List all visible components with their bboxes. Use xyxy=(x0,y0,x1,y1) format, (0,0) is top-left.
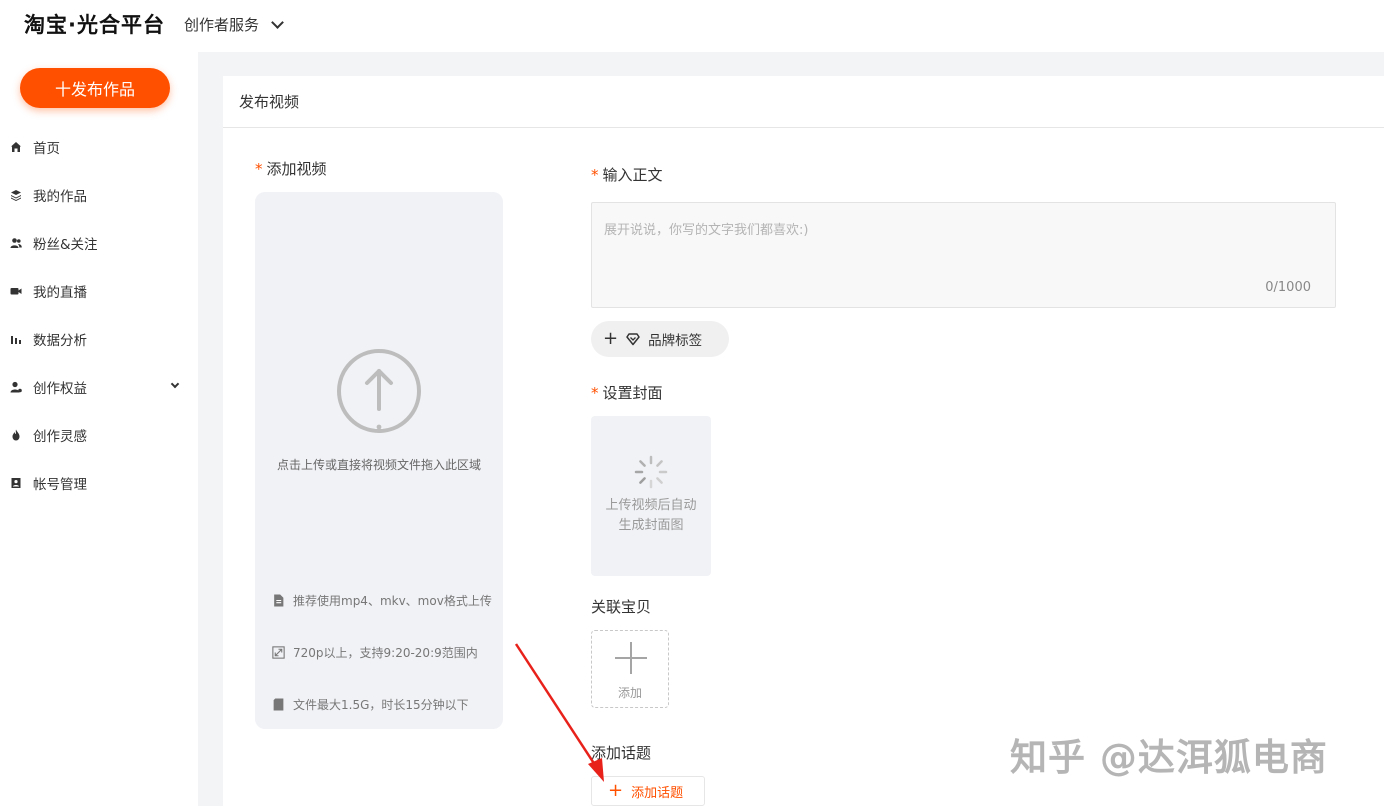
sidebar-item-works[interactable]: 我的作品 xyxy=(0,171,198,219)
main-area: 发布视频 * 添加视频 点击上传或直接将视频文件拖入此区域 推荐使用mp4、mkv… xyxy=(198,52,1384,806)
video-icon xyxy=(9,285,22,298)
spec-format: 推荐使用mp4、mkv、mov格式上传 xyxy=(272,592,492,609)
user-badge-icon xyxy=(9,381,22,394)
body-text-label: * 输入正文 xyxy=(591,166,663,184)
sidebar-nav: 首页 我的作品 粉丝&关注 我的直播 数据分析 创作权益 创作灵感 帐号管理 xyxy=(0,123,198,507)
plus-icon: + xyxy=(608,780,624,801)
body-placeholder: 展开说说，你写的文字我们都喜欢:) xyxy=(604,223,809,238)
id-card-icon xyxy=(9,477,22,490)
bar-chart-icon xyxy=(9,333,22,346)
service-switcher[interactable]: 创作者服务 xyxy=(184,14,284,35)
cover-hint: 上传视频后自动 生成封面图 xyxy=(605,498,697,533)
sidebar-item-label: 创作权益 xyxy=(33,381,87,397)
sidebar-item-label: 首页 xyxy=(33,141,60,157)
layers-icon xyxy=(9,189,22,202)
page-title: 发布视频 xyxy=(223,76,1384,128)
sidebar-item-fans[interactable]: 粉丝&关注 xyxy=(0,219,198,267)
sidebar-item-label: 数据分析 xyxy=(33,333,87,349)
sidebar-item-account[interactable]: 帐号管理 xyxy=(0,459,198,507)
service-label: 创作者服务 xyxy=(184,16,260,34)
watermark: 知乎 @达洱狐电商 xyxy=(1010,736,1328,779)
sidebar-item-benefits[interactable]: 创作权益 xyxy=(0,363,198,411)
loading-spinner-icon xyxy=(634,455,668,489)
spec-size: 文件最大1.5G，时长15分钟以下 xyxy=(272,696,469,713)
add-product-label: 添加 xyxy=(617,686,642,700)
brand-tag-label: 品牌标签 xyxy=(648,333,703,349)
chevron-down-icon xyxy=(271,15,284,29)
flame-icon xyxy=(9,429,22,442)
required-mark: * xyxy=(591,166,599,184)
spec-resolution: 720p以上，支持9:20-20:9范围内 xyxy=(272,644,478,661)
sidebar-item-label: 我的直播 xyxy=(33,285,87,301)
upload-icon xyxy=(337,349,421,433)
sidebar: 十发布作品 首页 我的作品 粉丝&关注 我的直播 数据分析 创作权益 创作灵感 … xyxy=(0,50,198,806)
brand-tag-icon xyxy=(626,333,640,346)
character-count: 0/1000 xyxy=(1265,280,1311,295)
publish-work-button[interactable]: 十发布作品 xyxy=(20,68,170,108)
required-mark: * xyxy=(255,160,263,178)
cover-placeholder[interactable]: 上传视频后自动 生成封面图 xyxy=(591,416,711,576)
publish-video-card: 发布视频 * 添加视频 点击上传或直接将视频文件拖入此区域 推荐使用mp4、mkv… xyxy=(223,76,1384,806)
plus-icon: + xyxy=(603,328,619,349)
users-icon xyxy=(9,237,22,250)
brand-tag-button[interactable]: + 品牌标签 xyxy=(591,321,729,357)
top-bar: 淘宝·光合平台 创作者服务 xyxy=(0,0,1384,50)
body-textarea[interactable]: 展开说说，你写的文字我们都喜欢:) 0/1000 xyxy=(591,202,1336,308)
sidebar-item-inspiration[interactable]: 创作灵感 xyxy=(0,411,198,459)
cover-label: * 设置封面 xyxy=(591,384,663,402)
home-icon xyxy=(9,141,22,154)
sd-card-icon xyxy=(273,698,284,711)
sidebar-item-label: 粉丝&关注 xyxy=(33,237,98,253)
related-products-label: 关联宝贝 xyxy=(591,598,652,616)
topics-label: 添加话题 xyxy=(591,744,652,762)
required-mark: * xyxy=(591,384,599,402)
sidebar-item-label: 创作灵感 xyxy=(33,429,87,445)
upload-hint: 点击上传或直接将视频文件拖入此区域 xyxy=(276,458,481,472)
add-video-label: * 添加视频 xyxy=(255,160,327,178)
sidebar-item-analytics[interactable]: 数据分析 xyxy=(0,315,198,363)
sidebar-item-home[interactable]: 首页 xyxy=(0,123,198,171)
add-topic-label: 添加话题 xyxy=(631,785,684,801)
sidebar-item-label: 我的作品 xyxy=(33,189,87,205)
chevron-down-icon xyxy=(170,379,180,389)
add-product-button[interactable]: 添加 xyxy=(591,630,669,708)
sidebar-item-live[interactable]: 我的直播 xyxy=(0,267,198,315)
sidebar-item-label: 帐号管理 xyxy=(33,477,87,493)
video-upload-dropzone[interactable]: 点击上传或直接将视频文件拖入此区域 推荐使用mp4、mkv、mov格式上传 72… xyxy=(255,192,503,729)
resize-icon xyxy=(272,646,285,659)
file-icon xyxy=(274,594,284,607)
add-topic-button[interactable]: + 添加话题 xyxy=(591,776,705,806)
brand-logo[interactable]: 淘宝·光合平台 xyxy=(24,9,165,39)
